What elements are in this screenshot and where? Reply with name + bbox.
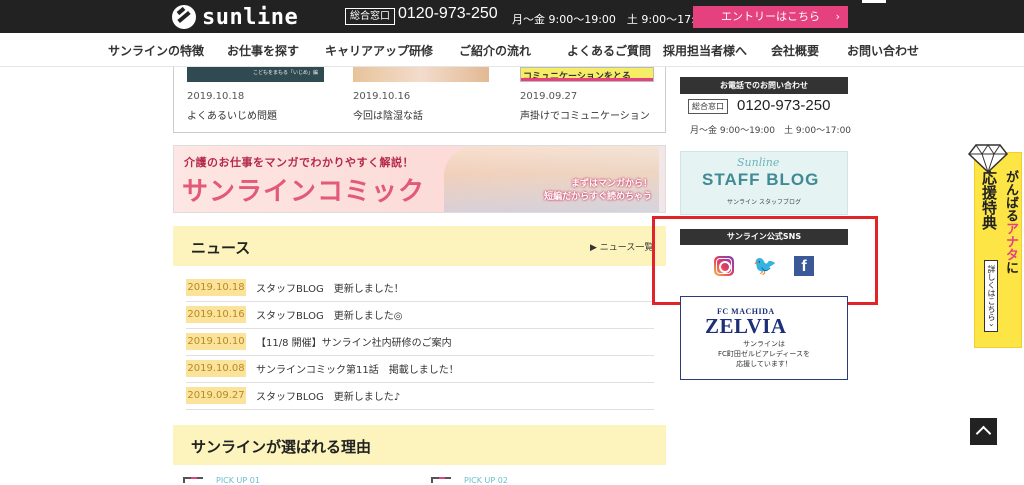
tagline-part: がんばる [1003, 170, 1018, 222]
comic-title: サンラインコミック [182, 177, 426, 207]
tel-hours: 月～金 9:00～19:00 土 9:00～17:00 [512, 13, 709, 26]
zelvia-line: サンラインは [743, 340, 785, 348]
highlight-box [652, 216, 878, 305]
blog-thumbnail[interactable]: コミュニケーションをとる [520, 67, 654, 82]
blog-subtitle: サンライン スタッフブログ [727, 199, 801, 206]
support-bonus-title: 応援特典 [980, 170, 998, 230]
sidebar-contact-heading: お電話でのお問い合わせ [680, 77, 848, 94]
top-header: sunline 総合窓口 0120-973-250 月～金 9:00～19:00… [0, 0, 1024, 33]
nav-item-for-employers[interactable]: 採用担当者様へ [663, 42, 747, 59]
news-text[interactable]: スタッフBLOG 更新しました！ [256, 280, 404, 295]
nav-item-find-jobs[interactable]: お仕事を探す [227, 42, 299, 59]
blog-thumbnail[interactable] [353, 67, 489, 82]
news-list-link[interactable]: ▶ ニュース一覧 [590, 240, 653, 253]
support-bonus-tagline: がんばるアナタに [1003, 170, 1019, 274]
sidebar-tel-label: 総合窓口 [688, 99, 728, 114]
entry-button[interactable]: エントリーはこちら › [693, 6, 848, 28]
site-logo[interactable]: sunline [172, 4, 298, 30]
news-item[interactable]: 2019.10.16 スタッフBLOG 更新しました◎ [186, 302, 654, 329]
news-text[interactable]: 【11/8 開催】サンライン社内研修のご案内 [256, 334, 452, 349]
blog-posts-row: こどもをまもる「いじめ」編 コミュニケーションをとる 2019.10.18 よく… [173, 67, 666, 133]
zelvia-description: サンラインは FC町田ゼルビアレディースを 応援しています！ [681, 339, 847, 369]
reasons-heading: サンラインが選ばれる理由 [191, 438, 372, 456]
news-header: ニュース ▶ ニュース一覧 [173, 226, 666, 266]
tel-number[interactable]: 0120-973-250 [398, 5, 498, 23]
comic-bubble-line: 短編だからすぐ読めちゃう [544, 192, 652, 202]
tagline-highlight: アナタ [1003, 222, 1018, 261]
news-text[interactable]: スタッフBLOG 更新しました♪ [256, 388, 400, 403]
thumbnail-caption: こどもをまもる「いじめ」編 [252, 70, 318, 76]
chevron-right-icon: › [835, 10, 840, 23]
blog-thumbnail[interactable]: こどもをまもる「いじめ」編 [187, 67, 324, 82]
pickup-mark-icon [431, 477, 451, 483]
sidebar-tel-hours: 月～金 9:00～19:00 土 9:00～17:00 [690, 126, 852, 136]
diamond-icon [968, 144, 1008, 173]
blog-title: STAFF BLOG [702, 170, 820, 189]
blog-script-text: Sunline [737, 156, 780, 169]
tel-label-badge: 総合窓口 [345, 8, 395, 25]
blog-post-title[interactable]: 今回は陰湿な話 [353, 107, 423, 122]
comic-bubble: まずはマンガから！ 短編だからすぐ読めちゃう [534, 176, 652, 202]
comic-subtitle: 介護のお仕事をマンガでわかりやすく解説！ [184, 156, 414, 169]
zelvia-line: 応援しています！ [736, 360, 792, 368]
comic-banner[interactable]: 介護のお仕事をマンガでわかりやすく解説！ サンラインコミック まずはマンガから！… [173, 145, 666, 213]
back-to-top-button[interactable] [970, 418, 997, 445]
reasons-header: サンラインが選ばれる理由 [173, 425, 666, 465]
news-date: 2019.10.16 [186, 306, 246, 323]
blog-post-title[interactable]: よくあるいじめ問題 [187, 107, 277, 122]
news-date: 2019.10.10 [186, 333, 246, 350]
news-item[interactable]: 2019.09.27 スタッフBLOG 更新しました♪ [186, 383, 654, 410]
nav-item-company[interactable]: 会社概要 [771, 42, 819, 59]
news-heading: ニュース [191, 239, 251, 257]
news-item[interactable]: 2019.10.08 サンラインコミック第11話 掲載しました！ [186, 356, 654, 383]
blog-post-date: 2019.10.18 [187, 91, 245, 102]
news-item[interactable]: 2019.10.18 スタッフBLOG 更新しました！ [186, 275, 654, 302]
blog-post-title[interactable]: 声掛けでコミュニケーション [520, 107, 650, 122]
zelvia-banner[interactable]: FC MACHIDA ZELVIA サンラインは FC町田ゼルビアレディースを … [680, 296, 848, 380]
nav-item-career-training[interactable]: キャリアアップ研修 [325, 42, 433, 59]
tagline-part: に [1003, 261, 1018, 274]
news-date: 2019.09.27 [186, 387, 246, 404]
news-text[interactable]: スタッフBLOG 更新しました◎ [256, 307, 402, 322]
nav-item-referral-flow[interactable]: ご紹介の流れ [459, 42, 531, 59]
pickup-mark-icon [183, 477, 203, 483]
main-nav: サンラインの特徴 お仕事を探す キャリアアップ研修 ご紹介の流れ よくあるご質問… [0, 33, 1024, 67]
comic-bubble-line: まずはマンガから！ [570, 179, 652, 189]
nav-item-features[interactable]: サンラインの特徴 [108, 42, 204, 59]
news-item[interactable]: 2019.10.10 【11/8 開催】サンライン社内研修のご案内 [186, 329, 654, 356]
logo-mark-icon [172, 5, 196, 29]
news-text[interactable]: サンラインコミック第11話 掲載しました！ [256, 361, 459, 376]
sidebar-tel-number[interactable]: 0120-973-250 [737, 97, 830, 114]
zelvia-logo-text: ZELVIA [705, 314, 787, 338]
news-date: 2019.10.08 [186, 360, 246, 377]
support-bonus-detail-button[interactable]: 詳しくはこちら › [984, 260, 998, 332]
entry-button-label: エントリーはこちら [721, 10, 820, 23]
nav-item-faq[interactable]: よくあるご質問 [567, 42, 651, 59]
news-date: 2019.10.18 [186, 279, 246, 296]
blog-post-date: 2019.10.16 [353, 91, 411, 102]
logo-text: sunline [202, 4, 299, 30]
nav-item-contact[interactable]: お問い合わせ [847, 42, 919, 59]
staff-blog-banner[interactable]: Sunline STAFF BLOG サンライン スタッフブログ [680, 151, 848, 215]
blog-post-date: 2019.09.27 [520, 91, 578, 102]
zelvia-line: FC町田ゼルビアレディースを [717, 350, 811, 358]
header-accent-bar [862, 0, 886, 3]
